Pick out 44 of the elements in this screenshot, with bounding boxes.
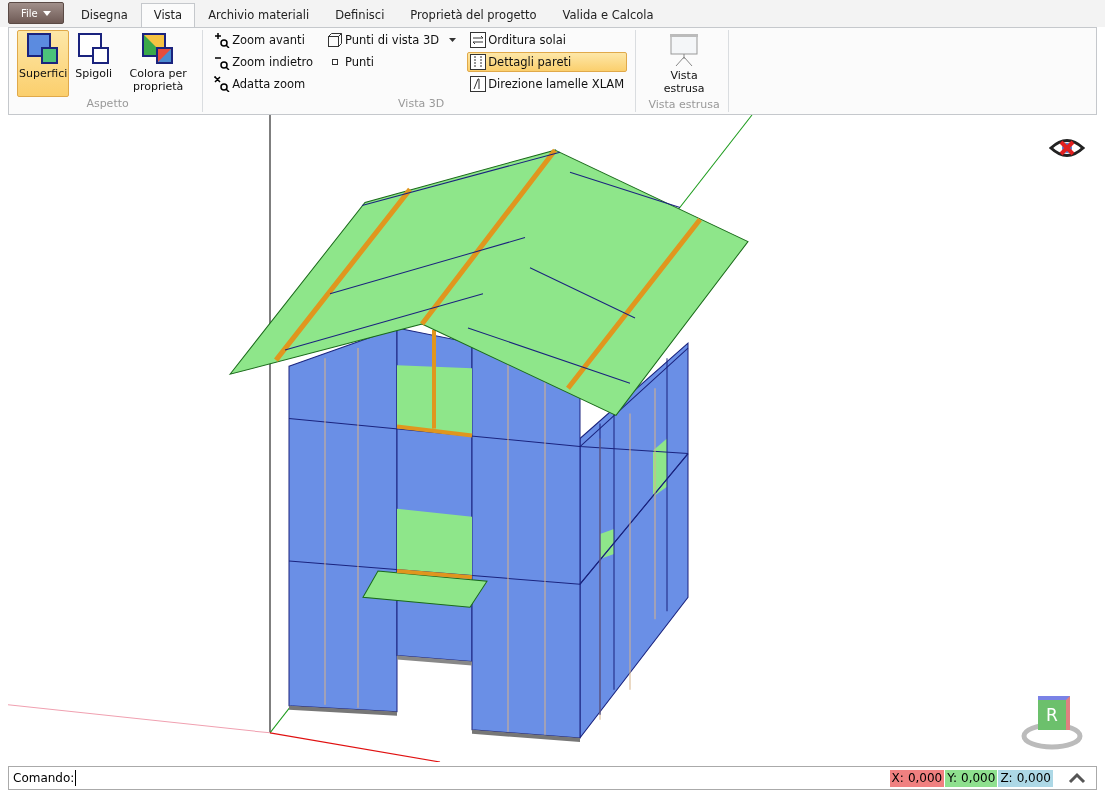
ribbon-tab[interactable]: Disegna	[68, 3, 141, 27]
zoom-out-icon	[214, 54, 231, 70]
coordinate-label: Z:	[998, 769, 1015, 787]
coordinate-value: 0,000	[959, 769, 998, 787]
zoom-fit-icon	[214, 76, 231, 92]
ribbon-dropdown-button[interactable]: Punti di vista 3D	[324, 30, 460, 50]
ribbon-tab[interactable]: Proprietà del progetto	[397, 3, 550, 27]
ribbon-button[interactable]: Zoom avanti	[211, 30, 316, 50]
filled-squares-icon	[27, 33, 60, 65]
ribbon-tab[interactable]: Valida e Calcola	[549, 3, 667, 27]
chevron-up-icon[interactable]	[1068, 772, 1086, 784]
outline-squares-icon	[77, 33, 110, 65]
ribbon-tab[interactable]: Archivio materiali	[195, 3, 323, 27]
cube-icon	[327, 32, 343, 48]
coordinate-label: Y:	[945, 769, 959, 787]
wall-grid-icon	[470, 54, 487, 70]
coordinate-value: 0,000	[1014, 769, 1053, 787]
ribbon-toggle-button[interactable]: Orditura solai	[467, 30, 628, 50]
ribbon-button[interactable]: Spigoli	[73, 30, 115, 97]
group-title: Vista 3D	[397, 97, 446, 112]
ribbon-button[interactable]: Vista estrusa	[644, 30, 725, 99]
command-label: Comando:	[13, 771, 75, 785]
ribbon-button[interactable]: Colora per proprietà	[118, 30, 199, 97]
colored-squares-icon	[142, 33, 175, 65]
ribbon-button[interactable]: Superfici	[17, 30, 70, 97]
projection-screen-icon	[669, 33, 700, 67]
text-cursor	[75, 770, 77, 786]
direction-arrows-icon	[470, 32, 487, 48]
coordinate-value: 0,000	[905, 769, 945, 787]
ribbon-button[interactable]: Punti	[324, 52, 460, 72]
hidden-eye-icon[interactable]	[1049, 137, 1085, 159]
file-menu-button[interactable]: File	[8, 2, 64, 24]
ribbon-tab[interactable]: Vista	[140, 3, 196, 27]
caret-icon	[449, 38, 457, 42]
ribbon-toggle-button[interactable]: Dettagli pareti	[467, 52, 628, 72]
caret-icon	[42, 11, 51, 16]
group-title: Aspetto	[85, 97, 130, 112]
ribbon-tab[interactable]: Definisci	[322, 3, 398, 27]
coordinate-label: X:	[889, 769, 906, 787]
ribbon-button[interactable]: Zoom indietro	[211, 52, 316, 72]
group-title: Vista estrusa	[647, 98, 721, 114]
zoom-in-icon	[214, 32, 231, 48]
ribbon-button[interactable]: Adatta zoom	[211, 74, 316, 94]
ribbon-toggle-button[interactable]: Direzione lamelle XLAM	[467, 74, 628, 94]
